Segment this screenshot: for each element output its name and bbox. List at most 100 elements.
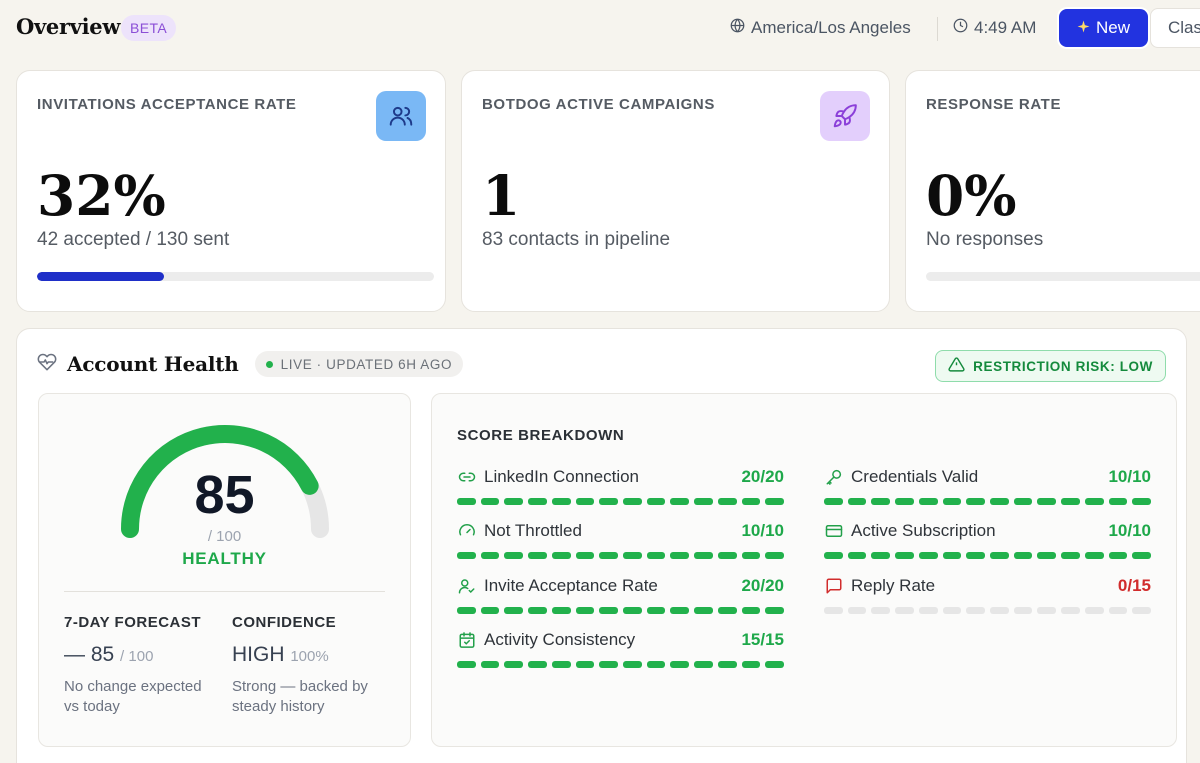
bar-segment: [575, 552, 595, 559]
invitations-card: INVITATIONS ACCEPTANCE RATE 32% 42 accep…: [16, 70, 446, 312]
divider: [937, 17, 938, 41]
card-subtitle: 83 contacts in pipeline: [482, 229, 671, 250]
confidence-unit: 100%: [290, 648, 329, 665]
class-button-label: Clas: [1168, 18, 1200, 37]
confidence-value: HIGH: [232, 643, 285, 666]
bar-segment: [528, 552, 547, 559]
bar-segment: [504, 661, 524, 668]
bar-segment: [504, 607, 524, 614]
bar-segment: [623, 607, 642, 614]
bar-segment: [551, 607, 571, 614]
segment-bar: [457, 552, 785, 559]
rocket-icon: [820, 91, 870, 141]
confidence-value-row: HIGH 100%: [232, 643, 392, 667]
bar-segment: [824, 552, 843, 559]
breakdown-row-activity-consistency: Activity Consistency 15/15: [457, 629, 785, 669]
key-icon: [824, 467, 844, 487]
time-display: 4:49 AM: [953, 18, 1036, 38]
breakdown-label: Credentials Valid: [851, 467, 979, 486]
class-button[interactable]: Clas: [1150, 8, 1200, 48]
beta-badge: BETA: [121, 15, 177, 41]
bar-segment: [623, 498, 642, 505]
confidence-block: CONFIDENCE HIGH 100% Strong — backed by …: [232, 614, 392, 717]
bar-segment: [990, 552, 1009, 559]
bar-segment: [895, 607, 914, 614]
score-breakdown-panel: SCORE BREAKDOWN LinkedIn Connection 20/2…: [431, 393, 1177, 747]
bar-segment: [694, 661, 713, 668]
card-label: BOTDOG ACTIVE CAMPAIGNS: [482, 96, 715, 113]
bar-segment: [480, 498, 500, 505]
breakdown-score: 20/20: [741, 467, 784, 486]
progress-bar: [37, 272, 434, 281]
bar-segment: [528, 607, 547, 614]
bar-segment: [847, 498, 867, 505]
bar-segment: [1084, 498, 1104, 505]
bar-segment: [480, 661, 500, 668]
page-title: Overview: [16, 14, 121, 39]
breakdown-label: Invite Acceptance Rate: [484, 576, 658, 595]
card-subtitle: 42 accepted / 130 sent: [37, 229, 230, 250]
bar-segment: [847, 607, 867, 614]
bar-segment: [1061, 498, 1080, 505]
bar-segment: [623, 661, 642, 668]
bar-segment: [895, 552, 914, 559]
bar-segment: [942, 607, 962, 614]
bar-segment: [646, 607, 666, 614]
divider: [64, 591, 385, 592]
breakdown-row-invite-acceptance: Invite Acceptance Rate 20/20: [457, 575, 785, 615]
bar-segment: [741, 607, 761, 614]
bar-segment: [717, 552, 737, 559]
timezone-display[interactable]: America/Los Angeles: [730, 18, 911, 38]
breakdown-row-credentials-valid: Credentials Valid 10/10: [824, 466, 1152, 506]
bar-segment: [551, 498, 571, 505]
bar-segment: [1037, 607, 1057, 614]
bar-segment: [741, 498, 761, 505]
breakdown-row-active-subscription: Active Subscription 10/10: [824, 520, 1152, 560]
segment-bar: [457, 498, 785, 505]
bar-segment: [966, 498, 986, 505]
segment-bar: [457, 661, 785, 668]
bar-segment: [1037, 498, 1057, 505]
card-value: 0%: [926, 163, 1017, 228]
breakdown-score: 10/10: [1108, 521, 1151, 540]
bar-segment: [670, 498, 690, 505]
segment-bar: [824, 607, 1152, 614]
card-label: RESPONSE RATE: [926, 96, 1062, 113]
breakdown-score: 10/10: [1108, 467, 1151, 486]
confidence-label: CONFIDENCE: [232, 614, 337, 631]
bar-segment: [765, 552, 785, 559]
segment-bar: [824, 552, 1152, 559]
bar-segment: [1084, 552, 1104, 559]
bar-segment: [1132, 552, 1152, 559]
breakdown-label: Not Throttled: [484, 521, 582, 540]
score-max: / 100: [207, 528, 242, 545]
live-status-text: LIVE · UPDATED 6H AGO: [280, 356, 453, 372]
card-subtitle: No responses: [926, 229, 1044, 250]
new-button[interactable]: New: [1059, 9, 1148, 47]
bar-segment: [1108, 607, 1128, 614]
bar-segment: [824, 607, 843, 614]
forecast-note: No change expected vs today: [64, 678, 202, 715]
bar-segment: [575, 607, 595, 614]
bar-segment: [765, 661, 785, 668]
bar-segment: [670, 552, 690, 559]
bar-segment: [694, 552, 713, 559]
bar-segment: [1013, 607, 1033, 614]
message-icon: [824, 576, 844, 596]
bar-segment: [966, 552, 986, 559]
bar-segment: [575, 498, 595, 505]
bar-segment: [670, 607, 690, 614]
account-health-panel: Account Health LIVE · UPDATED 6H AGO RES…: [16, 328, 1187, 763]
bar-segment: [1013, 498, 1033, 505]
sparkle-icon: [1077, 18, 1090, 38]
bar-segment: [918, 607, 938, 614]
bar-segment: [942, 498, 962, 505]
bar-segment: [1061, 552, 1080, 559]
bar-segment: [551, 661, 571, 668]
breakdown-score: 10/10: [741, 521, 784, 540]
bar-segment: [942, 552, 962, 559]
bar-segment: [1061, 607, 1080, 614]
health-title: Account Health: [67, 352, 239, 376]
bar-segment: [599, 607, 619, 614]
breakdown-row-linkedin-connection: LinkedIn Connection 20/20: [457, 466, 785, 506]
